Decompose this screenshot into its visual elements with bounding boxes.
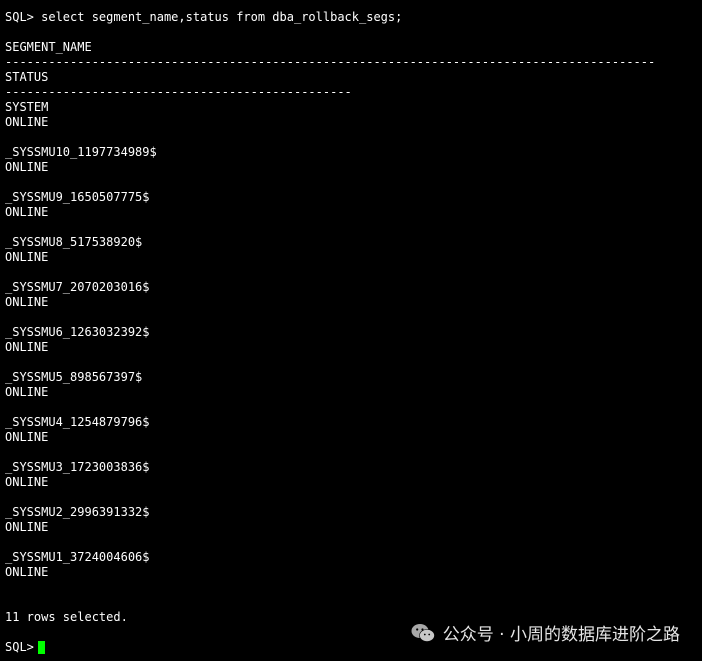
row-segment-name: _SYSSMU5_898567397$ <box>5 370 143 384</box>
row-status: ONLINE <box>5 295 49 309</box>
command-line: SQL> select segment_name,status from dba… <box>5 10 403 24</box>
row-segment-name: SYSTEM <box>5 100 49 114</box>
row-segment-name: _SYSSMU10_1197734989$ <box>5 145 157 159</box>
row-status: ONLINE <box>5 430 49 444</box>
sql-prompt: SQL> <box>5 640 34 654</box>
sql-prompt-line[interactable]: SQL> <box>5 640 45 655</box>
row-status: ONLINE <box>5 205 49 219</box>
column-header-status: STATUS <box>5 70 49 84</box>
row-status: ONLINE <box>5 250 49 264</box>
column-header-segment-name: SEGMENT_NAME <box>5 40 92 54</box>
row-status: ONLINE <box>5 520 49 534</box>
wechat-icon <box>411 623 435 642</box>
row-segment-name: _SYSSMU2_2996391332$ <box>5 505 150 519</box>
row-segment-name: _SYSSMU4_1254879796$ <box>5 415 150 429</box>
watermark-text: 公众号 · 小周的数据库进阶之路 <box>442 625 680 645</box>
watermark: 公众号 · 小周的数据库进阶之路 <box>411 620 680 645</box>
row-segment-name: _SYSSMU6_1263032392$ <box>5 325 150 339</box>
terminal-output: SQL> select segment_name,status from dba… <box>5 10 702 661</box>
row-segment-name: _SYSSMU3_1723003836$ <box>5 460 150 474</box>
row-segment-name: _SYSSMU1_3724004606$ <box>5 550 150 564</box>
row-segment-name: _SYSSMU7_2070203016$ <box>5 280 150 294</box>
row-status: ONLINE <box>5 565 49 579</box>
column-rule-segment-name: ----------------------------------------… <box>5 55 656 69</box>
row-status: ONLINE <box>5 115 49 129</box>
row-status: ONLINE <box>5 340 49 354</box>
row-segment-name: _SYSSMU8_517538920$ <box>5 235 143 249</box>
column-rule-status: ----------------------------------------… <box>5 85 352 99</box>
row-status: ONLINE <box>5 475 49 489</box>
result-rows: SYSTEM ONLINE _SYSSMU10_1197734989$ ONLINE _… <box>5 100 702 580</box>
row-segment-name: _SYSSMU9_1650507775$ <box>5 190 150 204</box>
row-status: ONLINE <box>5 385 49 399</box>
row-status: ONLINE <box>5 160 49 174</box>
terminal-cursor <box>37 641 45 654</box>
